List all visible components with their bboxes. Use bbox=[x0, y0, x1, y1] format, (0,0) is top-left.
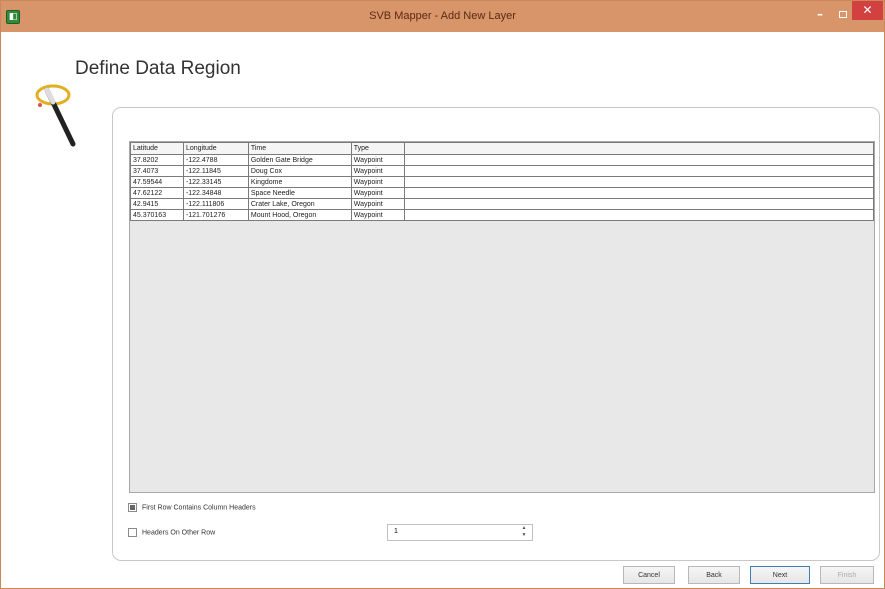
table-cell[interactable]: Waypoint bbox=[350, 154, 405, 166]
table-cell[interactable]: -122.33145 bbox=[182, 176, 249, 188]
table-cell[interactable]: Waypoint bbox=[350, 176, 405, 188]
table-cell-empty bbox=[403, 209, 875, 221]
header-row-value[interactable]: 1 bbox=[394, 528, 398, 535]
maximize-icon bbox=[839, 11, 847, 18]
close-button[interactable]: ✕ bbox=[852, 1, 883, 20]
table-cell[interactable]: Doug Cox bbox=[247, 165, 352, 177]
table-cell[interactable]: Crater Lake, Oregon bbox=[247, 198, 352, 210]
table-cell[interactable]: 47.59544 bbox=[130, 176, 184, 188]
table-cell[interactable]: 47.62122 bbox=[130, 187, 184, 199]
first-row-headers-option[interactable]: First Row Contains Column Headers bbox=[128, 503, 256, 512]
table-cell[interactable]: -122.34848 bbox=[182, 187, 249, 199]
data-table: Latitude Longitude Time Type 37.8202 -12… bbox=[130, 142, 875, 221]
table-cell[interactable]: -122.111806 bbox=[182, 198, 249, 210]
next-button[interactable]: Next bbox=[750, 566, 810, 584]
table-cell[interactable]: Waypoint bbox=[350, 209, 405, 221]
finish-button[interactable]: Finish bbox=[820, 566, 874, 584]
data-preview-grid[interactable]: Latitude Longitude Time Type 37.8202 -12… bbox=[129, 141, 875, 493]
cancel-button[interactable]: Cancel bbox=[623, 566, 675, 584]
headers-other-row-label: Headers On Other Row bbox=[142, 529, 216, 537]
table-cell-empty bbox=[403, 154, 875, 166]
table-row[interactable]: 37.8202 -122.4788 Golden Gate Bridge Way… bbox=[130, 154, 875, 166]
first-row-headers-label: First Row Contains Column Headers bbox=[142, 504, 256, 512]
column-header-time[interactable]: Time bbox=[247, 142, 352, 155]
table-row[interactable]: 37.4073 -122.11845 Doug Cox Waypoint bbox=[130, 165, 875, 177]
column-header-type[interactable]: Type bbox=[350, 142, 405, 155]
table-header-row: Latitude Longitude Time Type bbox=[130, 142, 875, 155]
table-cell[interactable]: Space Needle bbox=[247, 187, 352, 199]
table-cell[interactable]: Mount Hood, Oregon bbox=[247, 209, 352, 221]
table-cell-empty bbox=[403, 165, 875, 177]
table-cell[interactable]: Waypoint bbox=[350, 187, 405, 199]
table-cell[interactable]: 45.370163 bbox=[130, 209, 184, 221]
table-cell[interactable]: Kingdome bbox=[247, 176, 352, 188]
table-cell[interactable]: -122.11845 bbox=[182, 165, 249, 177]
magic-wand-icon bbox=[35, 84, 76, 147]
stepper-up-icon[interactable]: ▲ bbox=[518, 525, 530, 532]
table-cell-empty bbox=[403, 176, 875, 188]
table-cell[interactable]: Waypoint bbox=[350, 198, 405, 210]
table-cell[interactable]: 37.4073 bbox=[130, 165, 184, 177]
column-header-empty bbox=[403, 142, 875, 155]
table-row[interactable]: 45.370163 -121.701276 Mount Hood, Oregon… bbox=[130, 209, 875, 221]
column-header-latitude[interactable]: Latitude bbox=[130, 142, 184, 155]
table-cell[interactable]: -121.701276 bbox=[182, 209, 249, 221]
headers-other-row-option[interactable]: Headers On Other Row bbox=[128, 528, 215, 537]
table-cell[interactable]: Waypoint bbox=[350, 165, 405, 177]
table-cell-empty bbox=[403, 187, 875, 199]
window-title: SVB Mapper - Add New Layer bbox=[369, 10, 516, 22]
title-bar: ◧ SVB Mapper - Add New Layer – ✕ bbox=[1, 1, 884, 32]
table-cell[interactable]: -122.4788 bbox=[182, 154, 249, 166]
table-cell[interactable]: 42.9415 bbox=[130, 198, 184, 210]
page-title: Define Data Region bbox=[75, 58, 241, 79]
table-cell[interactable]: 37.8202 bbox=[130, 154, 184, 166]
header-row-stepper[interactable]: 1 ▲ ▼ bbox=[387, 524, 533, 541]
table-cell-empty bbox=[403, 198, 875, 210]
stepper-down-icon[interactable]: ▼ bbox=[518, 532, 530, 539]
table-row[interactable]: 42.9415 -122.111806 Crater Lake, Oregon … bbox=[130, 198, 875, 210]
table-cell[interactable]: Golden Gate Bridge bbox=[247, 154, 352, 166]
back-button[interactable]: Back bbox=[688, 566, 740, 584]
headers-other-row-checkbox[interactable] bbox=[128, 528, 137, 537]
table-row[interactable]: 47.59544 -122.33145 Kingdome Waypoint bbox=[130, 176, 875, 188]
first-row-headers-checkbox[interactable] bbox=[128, 503, 137, 512]
column-header-longitude[interactable]: Longitude bbox=[182, 142, 249, 155]
table-row[interactable]: 47.62122 -122.34848 Space Needle Waypoin… bbox=[130, 187, 875, 199]
